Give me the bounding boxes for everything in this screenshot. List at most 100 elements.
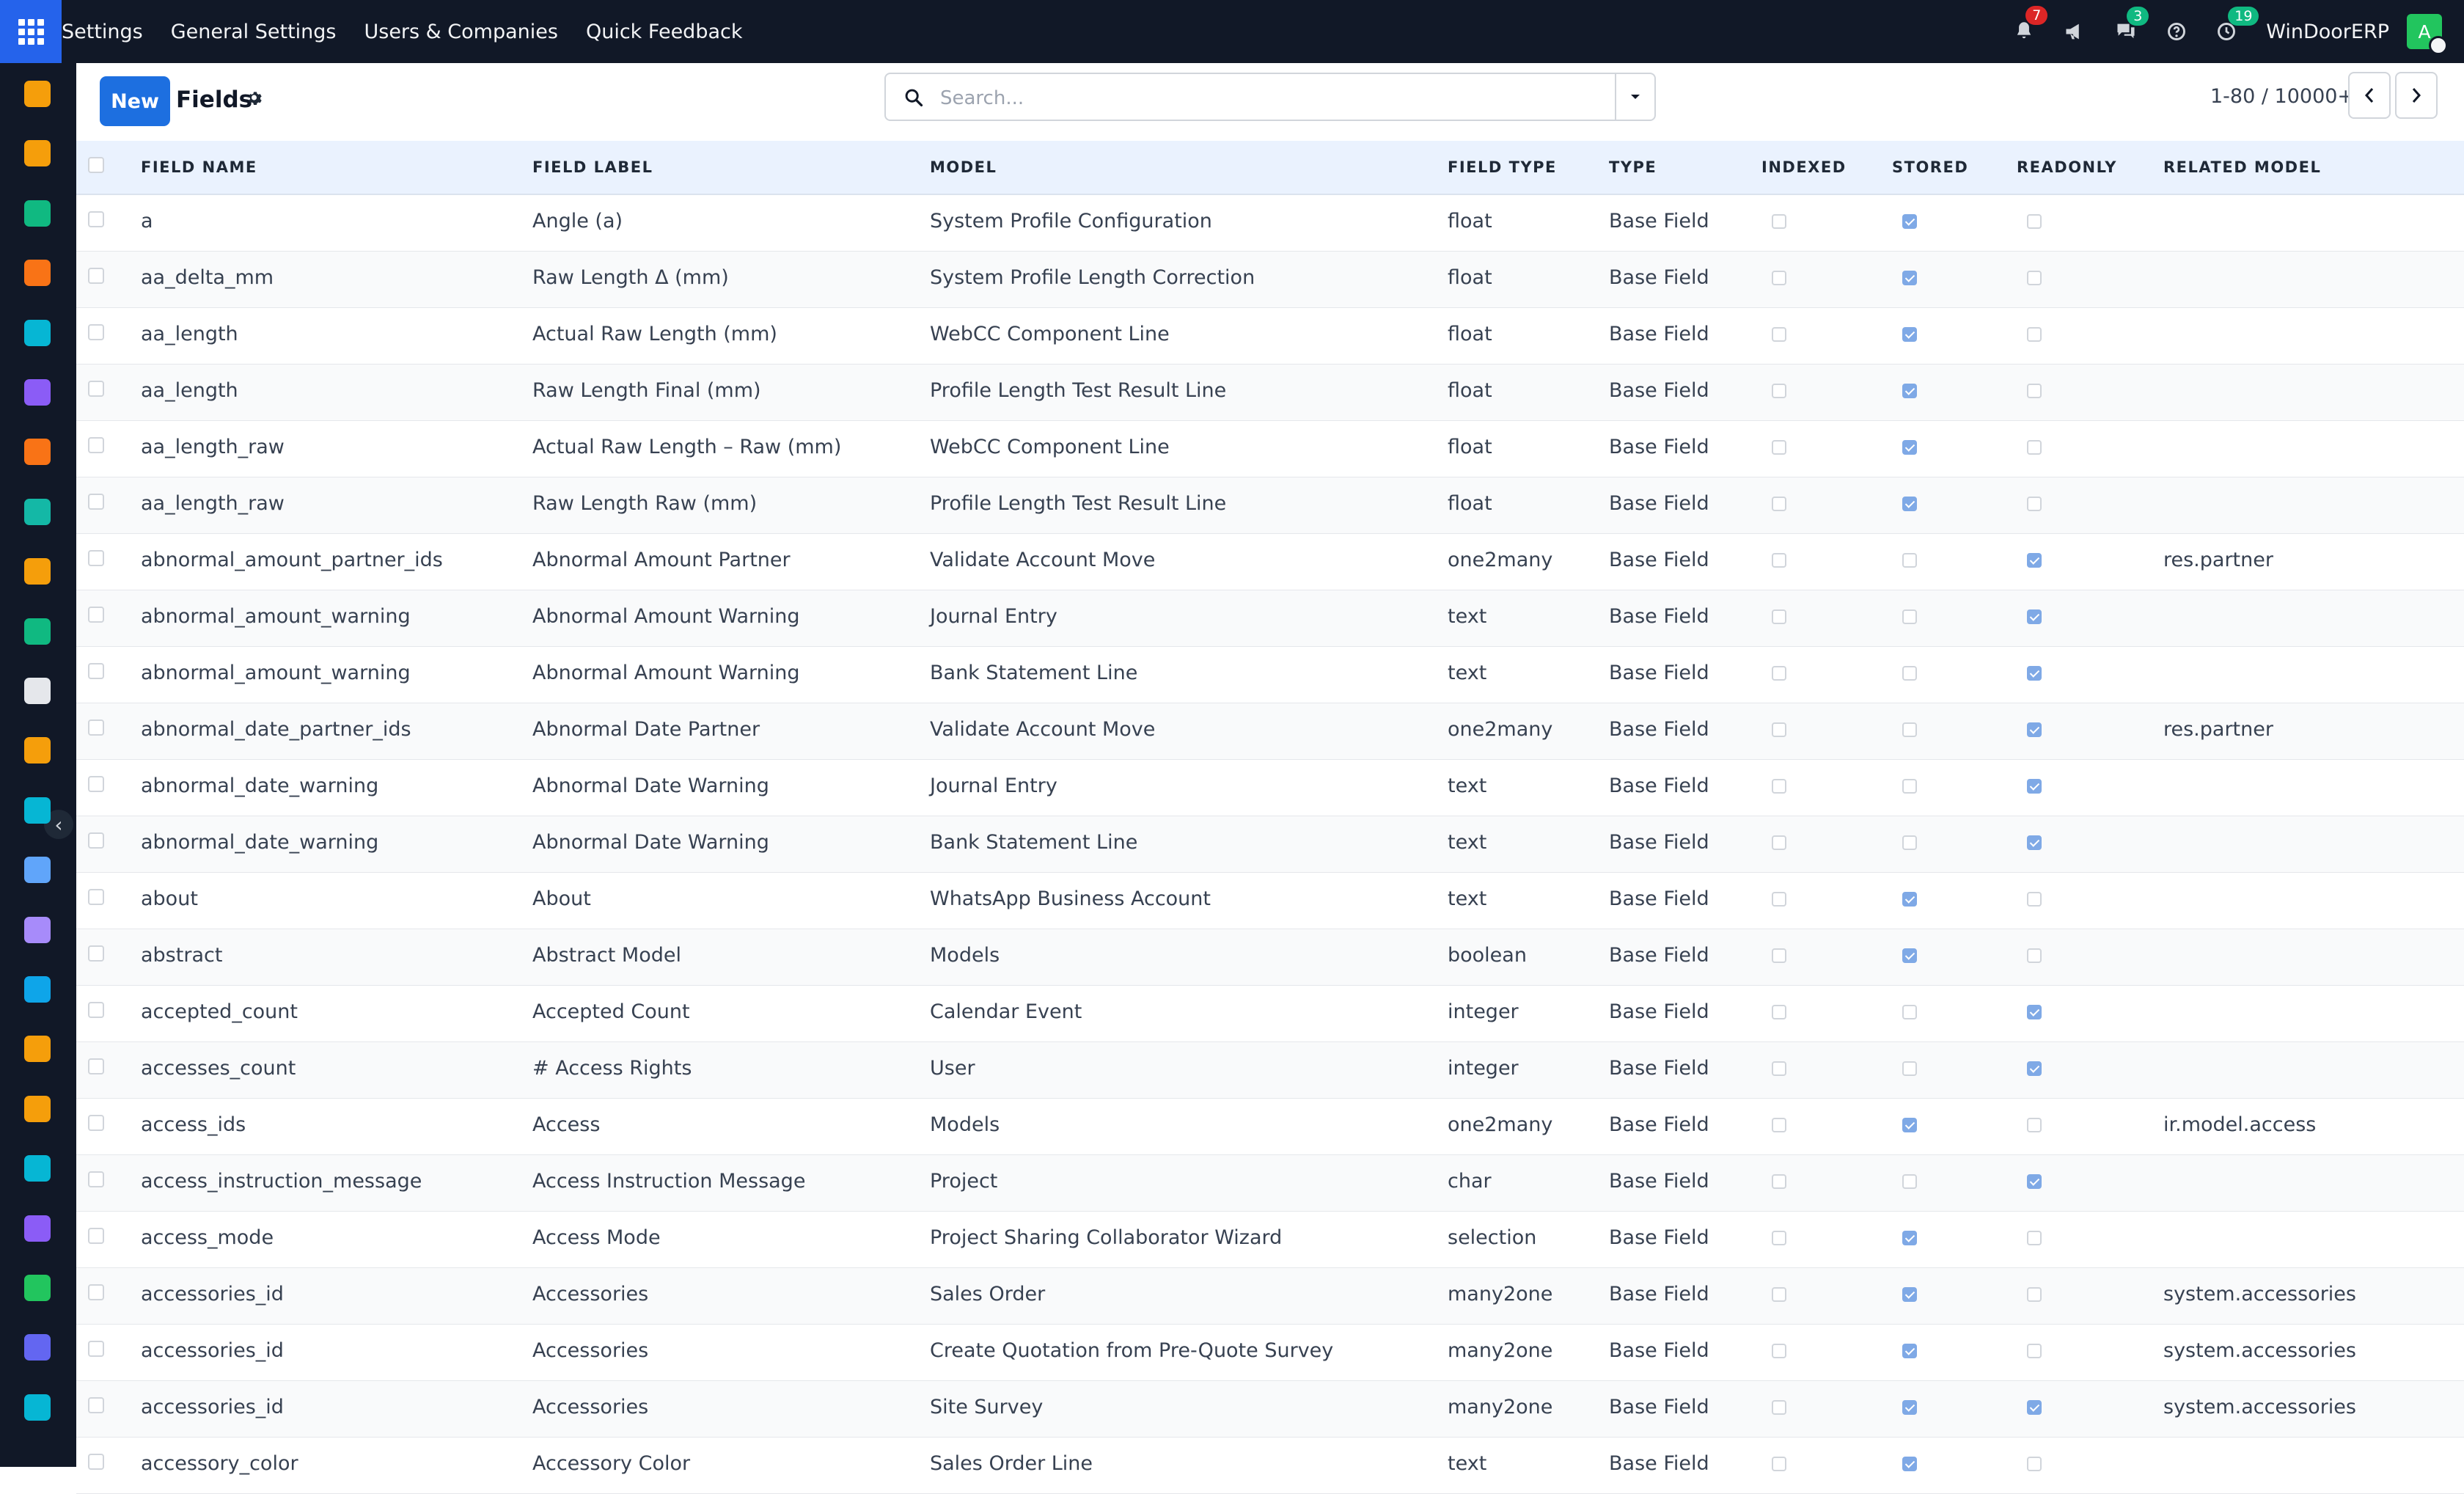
table-row[interactable]: abnormal_amount_partner_ids Abnormal Amou… <box>76 534 2464 590</box>
search-input[interactable] <box>939 83 1587 114</box>
palette-app-icon[interactable] <box>24 140 51 166</box>
table-row[interactable]: abnormal_date_partner_ids Abnormal Date P… <box>76 703 2464 760</box>
menu-general-settings[interactable]: General Settings <box>171 21 337 43</box>
calendar-app-icon[interactable] <box>24 1096 51 1122</box>
sign-app-icon[interactable] <box>24 1155 51 1182</box>
header-stored[interactable]: STORED <box>1892 158 1968 176</box>
header-type[interactable]: TYPE <box>1609 158 1657 176</box>
row-select-checkbox[interactable] <box>88 1228 104 1244</box>
menu-quick-feedback[interactable]: Quick Feedback <box>586 21 743 43</box>
table-row[interactable]: aa_delta_mm Raw Length Δ (mm) System Profi… <box>76 252 2464 308</box>
row-select-checkbox[interactable] <box>88 832 104 849</box>
apps-store-icon[interactable] <box>24 917 51 943</box>
table-row[interactable]: aa_length Actual Raw Length (mm) WebCC Com… <box>76 308 2464 365</box>
new-button[interactable]: New <box>100 76 170 126</box>
header-field-name[interactable]: FIELD NAME <box>141 158 257 176</box>
header-field-label[interactable]: FIELD LABEL <box>532 158 653 176</box>
row-select-checkbox[interactable] <box>88 1171 104 1187</box>
pager-next-button[interactable] <box>2395 72 2438 119</box>
row-select-checkbox[interactable] <box>88 1454 104 1470</box>
table-row[interactable]: abstract Abstract Model Models boolean Base … <box>76 929 2464 986</box>
invoicing-app-icon[interactable] <box>24 976 51 1003</box>
pager-previous-button[interactable] <box>2348 72 2391 119</box>
row-select-checkbox[interactable] <box>88 1058 104 1074</box>
row-select-checkbox[interactable] <box>88 1002 104 1018</box>
table-row[interactable]: access_ids Access Models one2many Base Field… <box>76 1099 2464 1155</box>
clock-app-icon[interactable] <box>24 1334 51 1361</box>
table-row[interactable]: aa_length_raw Raw Length Raw (mm) Profile … <box>76 477 2464 534</box>
row-select-checkbox[interactable] <box>88 550 104 566</box>
row-select-checkbox[interactable] <box>88 1115 104 1131</box>
table-row[interactable]: access_mode Access Mode Project Sharing Co… <box>76 1212 2464 1268</box>
row-select-checkbox[interactable] <box>88 1397 104 1413</box>
row-select-checkbox[interactable] <box>88 663 104 679</box>
stored-checkbox <box>1902 497 1917 511</box>
livechat-app-icon[interactable] <box>24 439 51 465</box>
table-row[interactable]: a Angle (a) System Profile Configuration fl… <box>76 195 2464 252</box>
select-all-checkbox[interactable] <box>88 157 104 173</box>
notifications-button[interactable]: 7 <box>2014 6 2048 43</box>
help-button[interactable] <box>2166 21 2187 42</box>
dashboards-app-icon[interactable] <box>24 1215 51 1242</box>
whatsapp-app-icon[interactable] <box>24 1275 51 1301</box>
gear-icon[interactable] <box>246 89 264 107</box>
mail-app-icon[interactable] <box>24 379 51 406</box>
table-row[interactable]: abnormal_amount_warning Abnormal Amount W… <box>76 590 2464 647</box>
dashboard-app-icon[interactable] <box>24 81 51 107</box>
table-row[interactable]: accessories_id Accessories Sales Order many… <box>76 1268 2464 1325</box>
row-select-checkbox[interactable] <box>88 607 104 623</box>
wave2-app-icon[interactable] <box>24 1394 51 1421</box>
inventory-app-icon[interactable] <box>24 678 51 704</box>
table-row[interactable]: abnormal_date_warning Abnormal Date Warni… <box>76 760 2464 816</box>
contacts-app-icon[interactable] <box>24 200 51 227</box>
reporting-app-icon[interactable] <box>24 558 51 585</box>
table-row[interactable]: accepted_count Accepted Count Calendar Eve… <box>76 986 2464 1042</box>
search-options-toggle[interactable] <box>1615 74 1654 120</box>
cell-related-model: system.accessories <box>2163 1283 2356 1306</box>
announcements-button[interactable] <box>2064 21 2086 42</box>
row-select-checkbox[interactable] <box>88 494 104 510</box>
table-row[interactable]: access_instruction_message Access Instruc… <box>76 1155 2464 1212</box>
table-row[interactable]: aa_length Raw Length Final (mm) Profile Le… <box>76 365 2464 421</box>
pager-value[interactable]: 1-80 / 10000+ <box>2210 85 2354 108</box>
row-select-checkbox[interactable] <box>88 945 104 962</box>
employees-app-icon[interactable] <box>24 618 51 645</box>
table-row[interactable]: abnormal_amount_warning Abnormal Amount W… <box>76 647 2464 703</box>
todo-app-icon[interactable] <box>24 797 51 824</box>
header-related-model[interactable]: RELATED MODEL <box>2163 158 2321 176</box>
header-field-type[interactable]: FIELD TYPE <box>1448 158 1557 176</box>
row-select-checkbox[interactable] <box>88 1284 104 1300</box>
header-readonly[interactable]: READONLY <box>2017 158 2117 176</box>
menu-settings[interactable]: Settings <box>62 21 143 43</box>
table-row[interactable]: accessory_color Accessory Color Sales Orde… <box>76 1438 2464 1494</box>
table-row[interactable]: abnormal_date_warning Abnormal Date Warni… <box>76 816 2464 873</box>
table-row[interactable]: accessories_id Accessories Create Quotatio… <box>76 1325 2464 1381</box>
row-select-checkbox[interactable] <box>88 324 104 340</box>
row-select-checkbox[interactable] <box>88 211 104 227</box>
menu-users-companies[interactable]: Users & Companies <box>364 21 557 43</box>
wave-app-icon[interactable] <box>24 320 51 346</box>
user-avatar[interactable]: A <box>2407 14 2448 55</box>
table-row[interactable]: aa_length_raw Actual Raw Length – Raw (mm… <box>76 421 2464 477</box>
header-model[interactable]: MODEL <box>930 158 997 176</box>
accounting-app-icon[interactable] <box>24 499 51 525</box>
row-select-checkbox[interactable] <box>88 719 104 736</box>
table-row[interactable]: about About WhatsApp Business Account text B… <box>76 873 2464 929</box>
table-row[interactable]: accessories_id Accessories Site Survey many… <box>76 1381 2464 1438</box>
row-select-checkbox[interactable] <box>88 889 104 905</box>
discuss-app-icon[interactable] <box>24 260 51 286</box>
website-app-icon[interactable] <box>24 737 51 764</box>
team-app-icon[interactable] <box>24 1036 51 1062</box>
activities-button[interactable]: 19 <box>2216 7 2259 42</box>
row-select-checkbox[interactable] <box>88 437 104 453</box>
row-select-checkbox[interactable] <box>88 268 104 284</box>
apps-menu-button[interactable] <box>0 0 62 63</box>
knowledge-app-icon[interactable] <box>24 857 51 883</box>
messages-button[interactable]: 3 <box>2115 7 2149 42</box>
table-row[interactable]: accesses_count # Access Rights User integer… <box>76 1042 2464 1099</box>
row-select-checkbox[interactable] <box>88 776 104 792</box>
row-select-checkbox[interactable] <box>88 381 104 397</box>
company-switcher[interactable]: WinDoorERP <box>2266 21 2389 43</box>
header-indexed[interactable]: INDEXED <box>1761 158 1847 176</box>
row-select-checkbox[interactable] <box>88 1341 104 1357</box>
